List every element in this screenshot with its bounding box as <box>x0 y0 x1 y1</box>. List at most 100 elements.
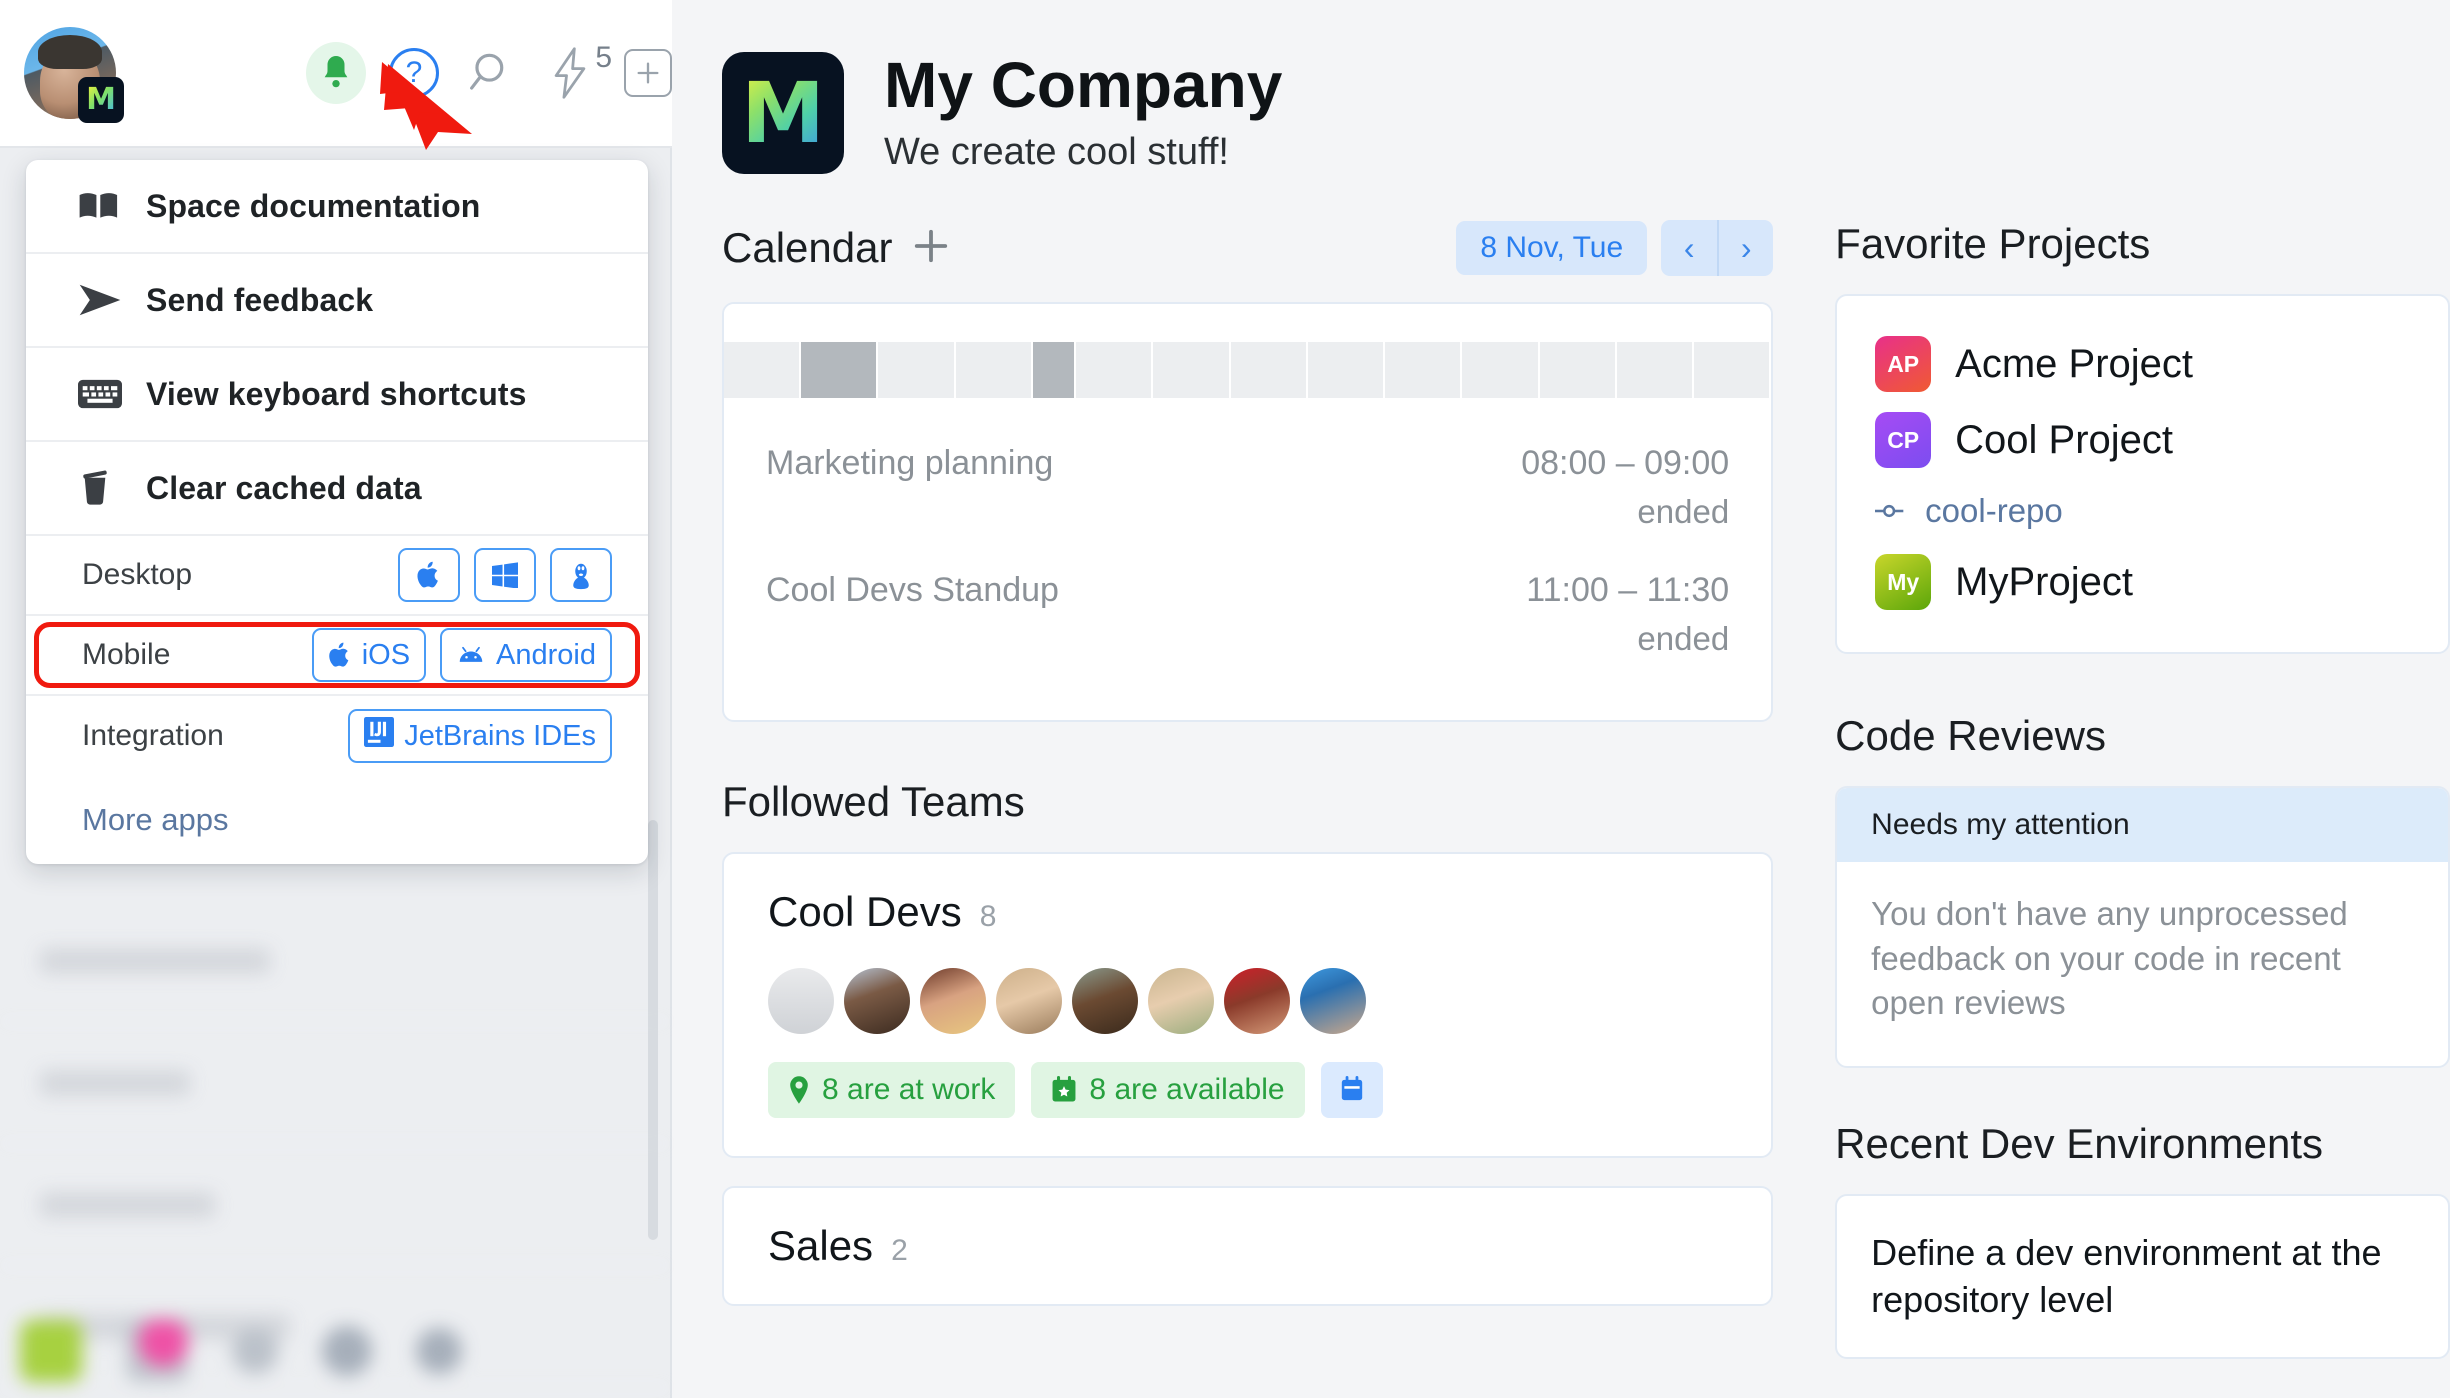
platform-row-desktop: Desktop <box>26 536 648 616</box>
code-reviews-tab-needs-attention[interactable]: Needs my attention <box>1837 788 2448 863</box>
project-row-acme[interactable]: AP Acme Project <box>1837 326 2448 402</box>
download-linux-button[interactable] <box>550 548 612 602</box>
calendar-prev-button[interactable]: ‹ <box>1661 220 1717 276</box>
team-member-avatar[interactable] <box>1072 968 1138 1035</box>
calendar-event-row[interactable]: Cool Devs Standup 11:00 – 11:30 ended <box>766 557 1729 684</box>
menu-item-label: Space documentation <box>146 187 481 224</box>
calendar-section-header: Calendar 8 Nov, Tue ‹ › <box>722 220 1774 277</box>
platform-buttons: iOS Android <box>311 628 612 682</box>
download-ios-button[interactable]: iOS <box>311 628 427 682</box>
calendar-event-time: 11:00 – 11:30 <box>1526 571 1730 610</box>
avatar[interactable]: M <box>24 27 124 123</box>
platform-row-label: Mobile <box>82 638 171 671</box>
annotation-arrow-icon <box>380 62 472 150</box>
download-windows-button[interactable] <box>474 548 536 602</box>
sidebar-scrollbar[interactable] <box>648 820 658 1240</box>
calendar-next-button[interactable]: › <box>1717 220 1773 277</box>
timeline-slot[interactable] <box>1307 342 1386 399</box>
jetbrains-ides-button[interactable]: JetBrains IDEs <box>348 709 612 763</box>
team-member-avatar[interactable] <box>768 968 834 1035</box>
repository-row[interactable]: cool-repo <box>1837 478 2448 544</box>
timeline-slot[interactable] <box>1076 342 1154 399</box>
team-member-avatar[interactable] <box>996 968 1062 1035</box>
code-reviews-tab-label: Needs my attention <box>1871 808 2130 842</box>
timeline-slot[interactable] <box>724 342 802 399</box>
code-reviews-section-header: Code Reviews <box>1835 712 2450 760</box>
avatar-org-badge-letter: M <box>86 82 116 117</box>
apple-icon <box>417 561 438 588</box>
menu-item-send-feedback[interactable]: Send feedback <box>26 254 648 348</box>
code-reviews-title: Code Reviews <box>1835 712 2106 760</box>
team-member-avatar[interactable] <box>920 968 986 1035</box>
book-icon <box>78 189 134 223</box>
chip-at-work[interactable]: 8 are at work <box>768 1062 1016 1119</box>
platform-row-integration: Integration JetBrains IDEs <box>26 696 648 776</box>
timeline-slot[interactable] <box>1230 342 1308 399</box>
blurred-row <box>0 1144 670 1266</box>
team-member-avatar[interactable] <box>1224 968 1290 1035</box>
calendar-event-list: Marketing planning 08:00 – 09:00 ended Cool… <box>724 400 1771 720</box>
timeline-slot[interactable] <box>1153 342 1231 399</box>
team-member-avatar[interactable] <box>1300 968 1366 1035</box>
timeline-busy-slot[interactable] <box>1032 342 1077 399</box>
calendar-add-event-button[interactable] <box>912 227 950 270</box>
help-dropdown-menu: Space documentation Send feedback View k… <box>26 160 648 864</box>
timeline-slot[interactable] <box>955 342 1033 399</box>
team-member-avatar[interactable] <box>1148 968 1214 1035</box>
blurred-sidebar-background <box>0 900 670 1398</box>
menu-item-label: Send feedback <box>146 281 374 318</box>
timeline-slot[interactable] <box>1694 342 1772 399</box>
project-name: Acme Project <box>1955 341 2194 386</box>
dev-environments-empty-text: Define a dev environment at the reposito… <box>1871 1231 2382 1320</box>
menu-item-clear-cached-data[interactable]: Clear cached data <box>26 442 648 536</box>
download-android-label: Android <box>496 638 596 671</box>
calendar-title: Calendar <box>722 224 893 272</box>
android-icon <box>459 646 483 662</box>
calendar-date-button[interactable]: 8 Nov, Tue <box>1456 221 1648 276</box>
timeline-slot[interactable] <box>1385 342 1463 399</box>
favorite-projects-title: Favorite Projects <box>1835 220 2151 268</box>
left-sidebar-column: M ? 5 Space documentation Send feedback … <box>0 0 672 1398</box>
project-row-myproject[interactable]: My MyProject <box>1837 544 2448 620</box>
app-root: M ? 5 Space documentation Send feedback … <box>0 0 2450 1398</box>
timeline-slot[interactable] <box>1539 342 1617 399</box>
quick-actions-button[interactable]: 5 <box>540 41 612 103</box>
team-member-avatar[interactable] <box>844 968 910 1035</box>
team-member-count: 2 <box>891 1234 908 1268</box>
menu-item-space-documentation[interactable]: Space documentation <box>26 160 648 254</box>
team-name[interactable]: Sales <box>768 1222 873 1270</box>
top-toolbar: M ? 5 <box>0 0 672 148</box>
project-initials: CP <box>1887 426 1920 453</box>
chip-available[interactable]: 8 are available <box>1031 1062 1305 1119</box>
team-header: Sales 2 <box>768 1222 1727 1270</box>
project-name: MyProject <box>1955 559 2133 604</box>
timeline-slot[interactable] <box>1616 342 1694 399</box>
calendar-card: Marketing planning 08:00 – 09:00 ended Cool… <box>722 302 1774 723</box>
menu-item-keyboard-shortcuts[interactable]: View keyboard shortcuts <box>26 348 648 442</box>
timeline-slot[interactable] <box>1462 342 1540 399</box>
timeline-busy-slot[interactable] <box>801 342 879 399</box>
code-reviews-card: Needs my attention You don't have any un… <box>1835 786 2450 1068</box>
menu-item-label: View keyboard shortcuts <box>146 375 527 412</box>
favorite-projects-section-header: Favorite Projects <box>1835 220 2450 268</box>
main-content: M My Company We create cool stuff! Calen… <box>674 0 2450 1398</box>
download-android-button[interactable]: Android <box>440 628 612 682</box>
dashboard-columns: Calendar 8 Nov, Tue ‹ › Marketing planni… <box>722 220 2450 1360</box>
calendar-event-row[interactable]: Marketing planning 08:00 – 09:00 ended <box>766 430 1729 557</box>
create-new-button[interactable] <box>618 43 678 103</box>
team-member-count: 8 <box>979 900 997 934</box>
blurred-row <box>0 900 670 1022</box>
timeline-slot[interactable] <box>878 342 956 399</box>
notifications-button[interactable] <box>306 42 366 104</box>
team-calendar-button[interactable] <box>1320 1062 1383 1119</box>
project-row-cool[interactable]: CP Cool Project <box>1837 402 2448 478</box>
team-name[interactable]: Cool Devs <box>768 888 962 936</box>
project-initials: My <box>1887 568 1920 595</box>
company-tagline: We create cool stuff! <box>884 131 1229 174</box>
calendar-timeline[interactable] <box>724 304 1772 401</box>
calendar-event-status: ended <box>1637 620 1730 658</box>
plus-icon <box>915 229 948 262</box>
download-macos-button[interactable] <box>398 548 460 602</box>
platform-buttons <box>398 548 612 602</box>
more-apps-link[interactable]: More apps <box>26 776 648 864</box>
